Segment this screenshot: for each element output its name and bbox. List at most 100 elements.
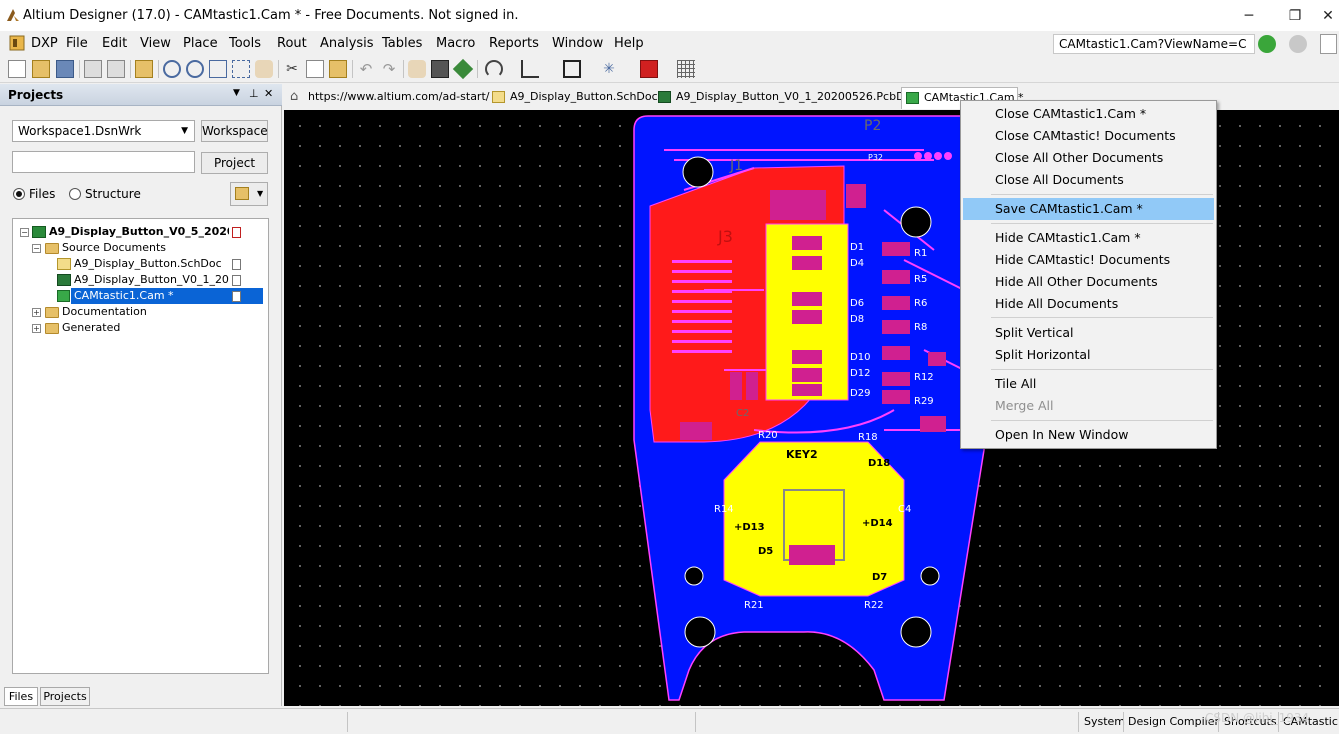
menu-window[interactable]: Window [552,34,603,54]
menu-view[interactable]: View [140,34,171,54]
tree-item-source-documents[interactable]: − Source Documents [13,240,268,256]
pan-hand-icon[interactable] [255,60,273,78]
menu-hide-camtastic-docs[interactable]: Hide CAMtastic! Documents [963,249,1214,271]
zoom-out-icon[interactable] [186,60,204,78]
label-r29: R29 [914,396,934,407]
collapse-icon[interactable]: − [20,228,29,237]
menu-dxp[interactable]: DXP [31,34,58,54]
undo-icon[interactable]: ↶ [357,60,375,78]
tab-pcbdoc-label: A9_Display_Button_V0_1_20200526.PcbDoc [676,90,918,103]
save-icon[interactable] [56,60,74,78]
menu-close-current[interactable]: Close CAMtastic1.Cam * [963,103,1214,125]
rectangle-icon[interactable] [563,60,581,78]
menu-edit[interactable]: Edit [102,34,127,54]
layer-color-icon[interactable] [640,60,658,78]
menu-split-vertical[interactable]: Split Vertical [963,322,1214,344]
tree-item-pcbdoc[interactable]: A9_Display_Button_V0_1_2020 [13,272,268,288]
menu-rout[interactable]: Rout [277,34,307,54]
menu-close-all[interactable]: Close All Documents [963,169,1214,191]
grid-icon[interactable] [677,60,695,78]
watermark-text: CSDN @lihi_1934 [1205,711,1310,725]
source-documents-label: Source Documents [62,241,166,254]
tree-item-cam[interactable]: CAMtastic1.Cam * [71,288,263,304]
label-r5: R5 [914,274,927,285]
label-key2: KEY2 [786,448,818,461]
menu-hide-all[interactable]: Hide All Documents [963,293,1214,315]
expand-icon[interactable]: + [32,324,41,333]
chevron-down-icon: ▼ [257,189,264,198]
workspace-combo[interactable]: Workspace1.DsnWrk ▼ [12,120,195,142]
menu-hide-current[interactable]: Hide CAMtastic1.Cam * [963,227,1214,249]
new-icon[interactable] [8,60,26,78]
component-icon[interactable] [431,60,449,78]
menu-analysis[interactable]: Analysis [320,34,374,54]
radio-files-indicator[interactable] [13,188,25,200]
pin-icon[interactable]: ⊥ [249,87,259,100]
tree-item-schdoc[interactable]: A9_Display_Button.SchDoc [13,256,268,272]
menu-close-all-other[interactable]: Close All Other Documents [963,147,1214,169]
project-name: A9_Display_Button_V0_5_2020052( [49,225,229,238]
select-hand-icon[interactable] [408,60,426,78]
zoom-fit-icon[interactable] [209,60,227,78]
menu-help[interactable]: Help [614,34,644,54]
panel-toggle-icon[interactable] [1320,34,1337,54]
move-icon[interactable] [452,58,474,80]
add-document-button[interactable]: ▼ [230,182,268,206]
tab-files[interactable]: Files [4,687,38,706]
tree-item-project[interactable]: − A9_Display_Button_V0_5_2020052( [13,224,268,240]
search-input[interactable] [12,151,195,173]
minimize-button[interactable]: ─ [1229,4,1269,28]
tree-item-documentation[interactable]: + Documentation [13,304,268,320]
menu-split-horizontal[interactable]: Split Horizontal [963,344,1214,366]
cut-icon[interactable]: ✂ [283,60,301,78]
document-url-field[interactable]: CAMtastic1.Cam?ViewName=C [1053,34,1255,54]
restore-button[interactable]: ❐ [1275,4,1315,28]
menu-file[interactable]: File [66,34,88,54]
menu-place[interactable]: Place [183,34,218,54]
open-project-icon[interactable] [135,60,153,78]
radio-structure[interactable]: Structure [68,184,168,204]
redo-icon[interactable]: ↷ [380,60,398,78]
label-p2: P2 [864,118,881,134]
projects-panel: Projects ▼ ⊥ ✕ Workspace1.DsnWrk ▼ Works… [0,84,282,706]
menu-reports[interactable]: Reports [489,34,539,54]
tab-schdoc[interactable]: A9_Display_Button.SchDoc [488,87,658,109]
menu-tile-all[interactable]: Tile All [963,373,1214,395]
measure-icon[interactable]: ✳ [600,60,618,78]
print-icon[interactable] [84,60,102,78]
close-button[interactable]: ✕ [1318,4,1338,28]
label-j3: J3 [717,227,733,246]
expand-icon[interactable]: + [32,308,41,317]
line-icon[interactable] [521,60,539,78]
forward-arrow-icon[interactable] [1289,35,1307,53]
status-system[interactable]: System [1084,715,1125,728]
tab-pcbdoc[interactable]: A9_Display_Button_V0_1_20200526.PcbDoc [654,87,917,109]
workspace-button[interactable]: Workspace [201,120,268,142]
radio-structure-indicator[interactable] [69,188,81,200]
print-preview-icon[interactable] [107,60,125,78]
status-divider [1123,712,1124,732]
back-arrow-icon[interactable] [1258,35,1276,53]
arc-icon[interactable] [485,60,503,78]
menu-open-new-window[interactable]: Open In New Window [963,424,1214,446]
menu-save-current[interactable]: Save CAMtastic1.Cam * [963,198,1214,220]
open-icon[interactable] [32,60,50,78]
label-r21: R21 [744,600,764,611]
collapse-icon[interactable]: − [32,244,41,253]
menu-tables[interactable]: Tables [382,34,422,54]
project-button[interactable]: Project [201,152,268,174]
tab-projects[interactable]: Projects [40,687,90,706]
menu-hide-all-other[interactable]: Hide All Other Documents [963,271,1214,293]
zoom-in-icon[interactable] [163,60,181,78]
menu-close-camtastic-docs[interactable]: Close CAMtastic! Documents [963,125,1214,147]
copy-icon[interactable] [306,60,324,78]
menu-macro[interactable]: Macro [436,34,475,54]
paste-icon[interactable] [329,60,347,78]
panel-menu-icon[interactable]: ▼ [233,88,240,98]
panel-close-icon[interactable]: ✕ [264,87,273,100]
zoom-area-icon[interactable] [232,60,250,78]
tree-item-generated[interactable]: + Generated [13,320,268,336]
menu-tools[interactable]: Tools [229,34,261,54]
tab-ad-start[interactable]: ⌂ https://www.altium.com/ad-start/ [286,87,489,109]
pcb-doc-icon [57,274,71,286]
